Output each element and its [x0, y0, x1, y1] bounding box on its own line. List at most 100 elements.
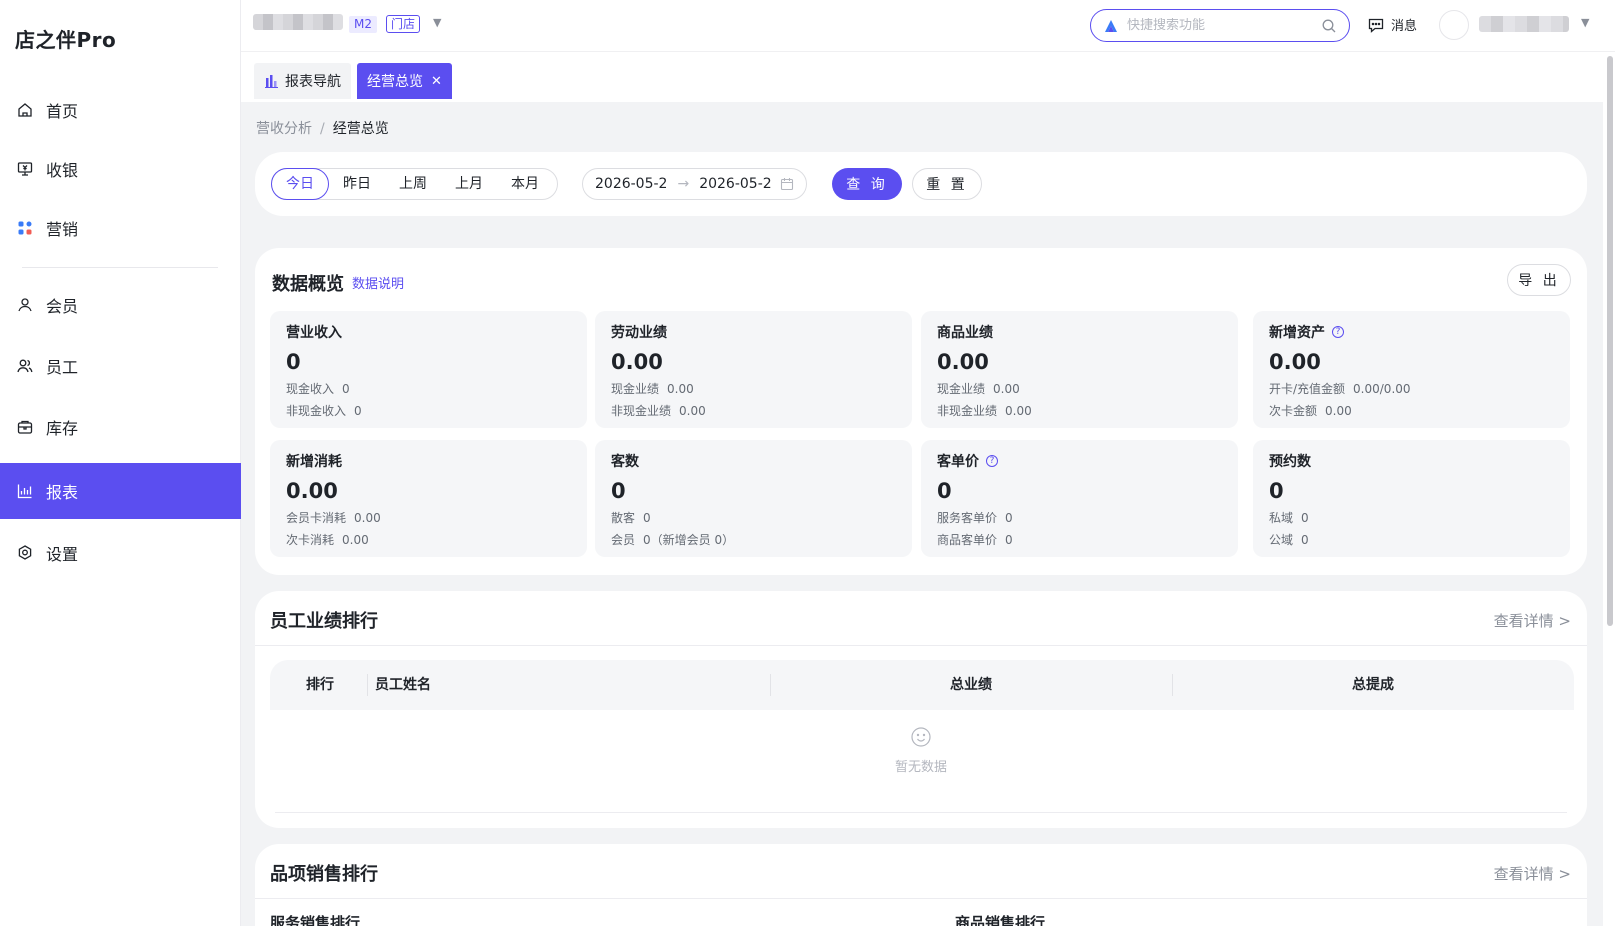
gear-icon [16, 544, 34, 562]
sidebar-item-settings[interactable]: 设置 [0, 525, 241, 581]
sidebar-item-member[interactable]: 会员 [0, 277, 241, 333]
metric-labor-performance: 劳动业绩 0.00 现金业绩 0.00 非现金业绩 0.00 [595, 311, 912, 428]
metric-revenue: 营业收入 0 现金收入 0 非现金收入 0 [270, 311, 587, 428]
breadcrumb-parent[interactable]: 营收分析 [256, 121, 312, 137]
metric-sub-label: 散客 [611, 511, 636, 525]
sidebar-item-report[interactable]: 报表 [0, 463, 241, 519]
metric-label: 客单价 [937, 454, 979, 470]
data-explanation-link[interactable]: 数据说明 [352, 273, 404, 292]
metric-sub-value: 0 [643, 511, 651, 525]
arrow-right-icon: → [677, 176, 690, 192]
metric-sub-label: 非现金业绩 [937, 404, 998, 418]
sidebar-item-label: 员工 [46, 358, 79, 377]
metric-sub-value: 0.00/0.00 [1353, 382, 1411, 396]
metric-label: 新增消耗 [286, 454, 342, 470]
sidebar-item-label: 报表 [46, 483, 79, 502]
divider [255, 645, 1587, 646]
avatar[interactable] [1439, 10, 1469, 40]
metric-sub-value: 0.00 [993, 382, 1020, 396]
tab-report-nav[interactable]: 报表导航 [254, 63, 351, 99]
metric-value: 0.00 [286, 479, 338, 503]
sidebar-item-label: 会员 [46, 297, 79, 316]
message-icon [1368, 18, 1384, 33]
search-input[interactable] [1127, 18, 1321, 33]
metric-value: 0 [611, 479, 626, 503]
metric-sub-value: 0 [1301, 511, 1309, 525]
date-start[interactable]: 2026-05-2 [595, 176, 667, 192]
metric-sub-value: 0.00 [679, 404, 706, 418]
tab-label: 报表导航 [285, 74, 341, 90]
sidebar-item-inventory[interactable]: 库存 [0, 399, 241, 455]
divider [275, 812, 1567, 813]
query-button[interactable]: 查 询 [832, 168, 902, 200]
quick-search[interactable] [1090, 9, 1350, 42]
column-divider [367, 674, 368, 696]
user-name-redacted[interactable] [1479, 16, 1569, 32]
metric-sub-value: 0.00 [342, 533, 369, 547]
messages-button[interactable]: 消息 [1367, 15, 1417, 34]
metric-sub-label: 商品客单价 [937, 533, 998, 547]
metric-value: 0.00 [1269, 350, 1321, 374]
metric-sub-label: 现金收入 [286, 382, 335, 396]
metric-sub-label: 服务客单价 [937, 511, 998, 525]
breadcrumb-current: 经营总览 [332, 121, 389, 137]
chevron-down-icon[interactable]: ▼ [1581, 16, 1589, 29]
metric-label: 新增资产 [1269, 325, 1325, 341]
tab-business-overview[interactable]: 经营总览 ✕ [357, 63, 452, 99]
product-sales-title: 商品销售排行 [955, 914, 1046, 926]
column-rank[interactable]: 排行 [306, 660, 334, 710]
sidebar-item-cashier[interactable]: 收银 [0, 141, 241, 197]
chevron-down-icon[interactable]: ▼ [433, 16, 447, 30]
metric-value: 0 [286, 350, 301, 374]
sidebar-item-home[interactable]: 首页 [0, 82, 241, 138]
sidebar: 店之伴Pro 首页 收银 营销 会员 员工 库存 报表 设置 [0, 0, 241, 926]
metric-sub-value: 0.00 [1005, 404, 1032, 418]
column-total-performance[interactable]: 总业绩 [950, 660, 992, 710]
close-icon[interactable]: ✕ [431, 74, 442, 89]
scrollbar-thumb[interactable] [1607, 56, 1613, 626]
calendar-icon [780, 178, 794, 191]
store-name-redacted[interactable] [253, 14, 343, 30]
store-type-tag: 门店 [386, 15, 421, 33]
metric-customer-count: 客数 0 散客 0 会员 0（新增会员 0） [595, 440, 912, 557]
period-this-month[interactable]: 本月 [497, 169, 553, 199]
metric-sub-label: 会员 [611, 533, 636, 547]
sidebar-item-marketing[interactable]: 营销 [0, 200, 241, 256]
search-icon[interactable] [1321, 18, 1337, 34]
column-employee-name[interactable]: 员工姓名 [375, 660, 431, 710]
sales-ranking-title: 品项销售排行 [270, 864, 378, 885]
metric-sub-value: 0 [354, 404, 362, 418]
period-selector: 今日 昨日 上周 上月 本月 [271, 168, 558, 200]
employee-ranking-details-link[interactable]: 查看详情 > [1494, 610, 1571, 631]
help-icon[interactable]: ? [986, 455, 998, 467]
reset-button[interactable]: 重 置 [912, 168, 982, 200]
export-button[interactable]: 导 出 [1507, 264, 1571, 296]
metric-label: 劳动业绩 [611, 325, 667, 341]
bar-chart-icon [265, 75, 278, 88]
home-icon [16, 101, 34, 119]
metric-label: 营业收入 [286, 325, 342, 341]
date-range-picker[interactable]: 2026-05-2 → 2026-05-2 [582, 168, 807, 200]
sales-ranking-details-link[interactable]: 查看详情 > [1494, 863, 1571, 884]
period-last-month[interactable]: 上月 [441, 169, 497, 199]
metric-sub-label: 开卡/充值金额 [1269, 382, 1346, 396]
metric-new-assets: 新增资产? 0.00 开卡/充值金额 0.00/0.00 次卡金额 0.00 [1253, 311, 1570, 428]
metric-label: 商品业绩 [937, 325, 993, 341]
metric-sub-label: 会员卡消耗 [286, 511, 347, 525]
period-last-week[interactable]: 上周 [385, 169, 441, 199]
column-total-commission[interactable]: 总提成 [1352, 660, 1394, 710]
metric-avg-ticket: 客单价? 0 服务客单价 0 商品客单价 0 [921, 440, 1238, 557]
metric-label: 预约数 [1269, 454, 1311, 470]
metric-sub-value: 0.00 [354, 511, 381, 525]
period-today[interactable]: 今日 [271, 168, 329, 200]
sidebar-item-label: 设置 [46, 545, 79, 564]
help-icon[interactable]: ? [1332, 326, 1344, 338]
app-logo: 店之伴Pro [15, 28, 117, 52]
page-tabs: 报表导航 经营总览 ✕ [241, 52, 1603, 102]
period-yesterday[interactable]: 昨日 [329, 169, 385, 199]
sidebar-item-staff[interactable]: 员工 [0, 338, 241, 394]
sidebar-item-label: 库存 [46, 419, 79, 438]
date-end[interactable]: 2026-05-2 [699, 176, 771, 192]
top-header: M2 门店 ▼ 消息 ▼ [241, 0, 1615, 52]
overview-title: 数据概览 [272, 274, 344, 295]
